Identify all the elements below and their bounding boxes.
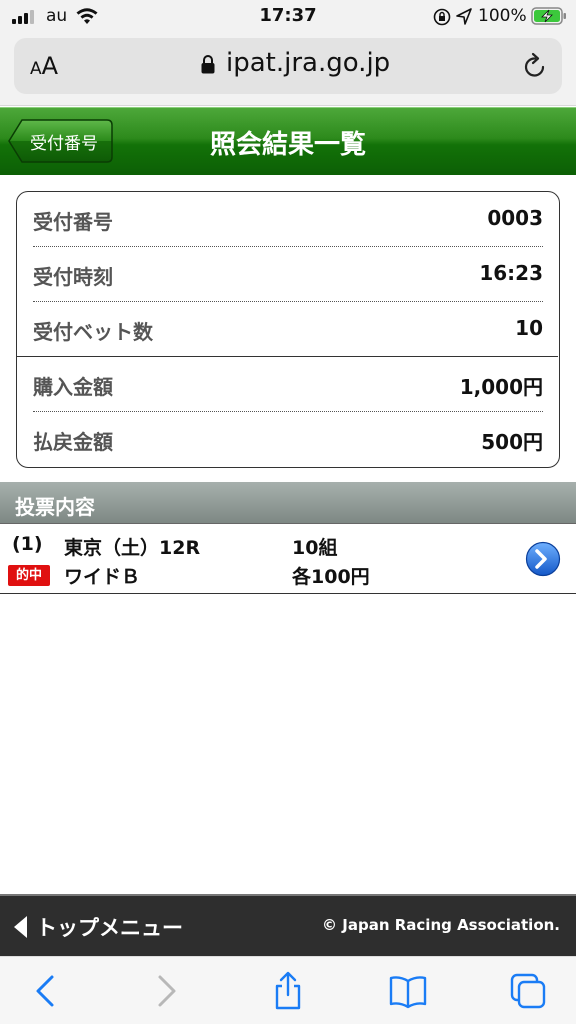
back-icon[interactable] (26, 971, 66, 1011)
rotation-lock-icon (433, 8, 451, 26)
forward-icon[interactable] (146, 971, 186, 1011)
bet-number: (1) (12, 533, 43, 555)
bookmarks-icon[interactable] (388, 971, 428, 1011)
status-bar: au 17:37 100% (0, 0, 576, 36)
battery-percent: 100% (478, 6, 527, 26)
bet-race: 東京（土）12R (64, 537, 201, 559)
summary-card: 受付番号 0003 受付時刻 16:23 受付ベット数 10 購入金額 1,00… (16, 191, 560, 468)
share-icon[interactable] (268, 971, 308, 1011)
battery-charging-icon (531, 7, 566, 25)
page-header: 受付番号 照会結果一覧 (0, 107, 576, 175)
address-bar[interactable]: AA ipat.jra.go.jp (14, 38, 562, 94)
footer-bar: トップメニュー © Japan Racing Association. (0, 894, 576, 956)
summary-row-receipt-time: 受付時刻 16:23 (33, 247, 543, 302)
summary-label: 受付時刻 (33, 265, 113, 289)
summary-row-payout-amount: 払戻金額 500円 (33, 412, 543, 467)
summary-label: 受付ベット数 (33, 320, 153, 344)
summary-row-bet-count: 受付ベット数 10 (33, 302, 543, 357)
summary-value: 1,000円 (459, 375, 543, 399)
hit-badge: 的中 (8, 565, 50, 586)
summary-value: 16:23 (479, 261, 543, 285)
browser-toolbar (0, 956, 576, 1024)
padlock-icon (201, 55, 215, 74)
tabs-icon[interactable] (508, 971, 548, 1011)
section-header: 投票内容 (0, 482, 576, 524)
back-button[interactable]: 受付番号 (8, 119, 113, 163)
location-arrow-icon (456, 8, 472, 25)
bet-type: ワイドＢ (64, 566, 141, 588)
bet-amount: 各100円 (292, 566, 370, 588)
summary-value: 500円 (481, 430, 543, 454)
chevron-right-circle-icon[interactable] (525, 541, 561, 577)
back-button-label: 受付番号 (30, 134, 98, 154)
section-title: 投票内容 (15, 495, 95, 519)
summary-label: 払戻金額 (33, 430, 113, 454)
summary-row-receipt-number: 受付番号 0003 (33, 192, 543, 247)
page-title: 照会結果一覧 (209, 130, 366, 160)
copyright-text: © Japan Racing Association. (322, 916, 560, 934)
browser-address-area: AA ipat.jra.go.jp (0, 36, 576, 106)
top-menu-label: トップメニュー (36, 916, 183, 940)
bet-combinations: 10組 (292, 537, 338, 559)
reload-icon[interactable] (522, 52, 548, 80)
summary-label: 受付番号 (33, 210, 113, 234)
caret-left-icon (14, 916, 27, 938)
summary-value: 10 (515, 316, 543, 340)
summary-label: 購入金額 (33, 375, 113, 399)
bet-list-item[interactable]: (1) 東京（土）12R 10組 的中 ワイドＢ 各100円 (0, 525, 576, 594)
url-text: ipat.jra.go.jp (226, 48, 391, 78)
text-size-button[interactable]: AA (30, 52, 58, 80)
summary-value: 0003 (487, 206, 543, 230)
summary-row-purchase-amount: 購入金額 1,000円 (33, 357, 543, 412)
